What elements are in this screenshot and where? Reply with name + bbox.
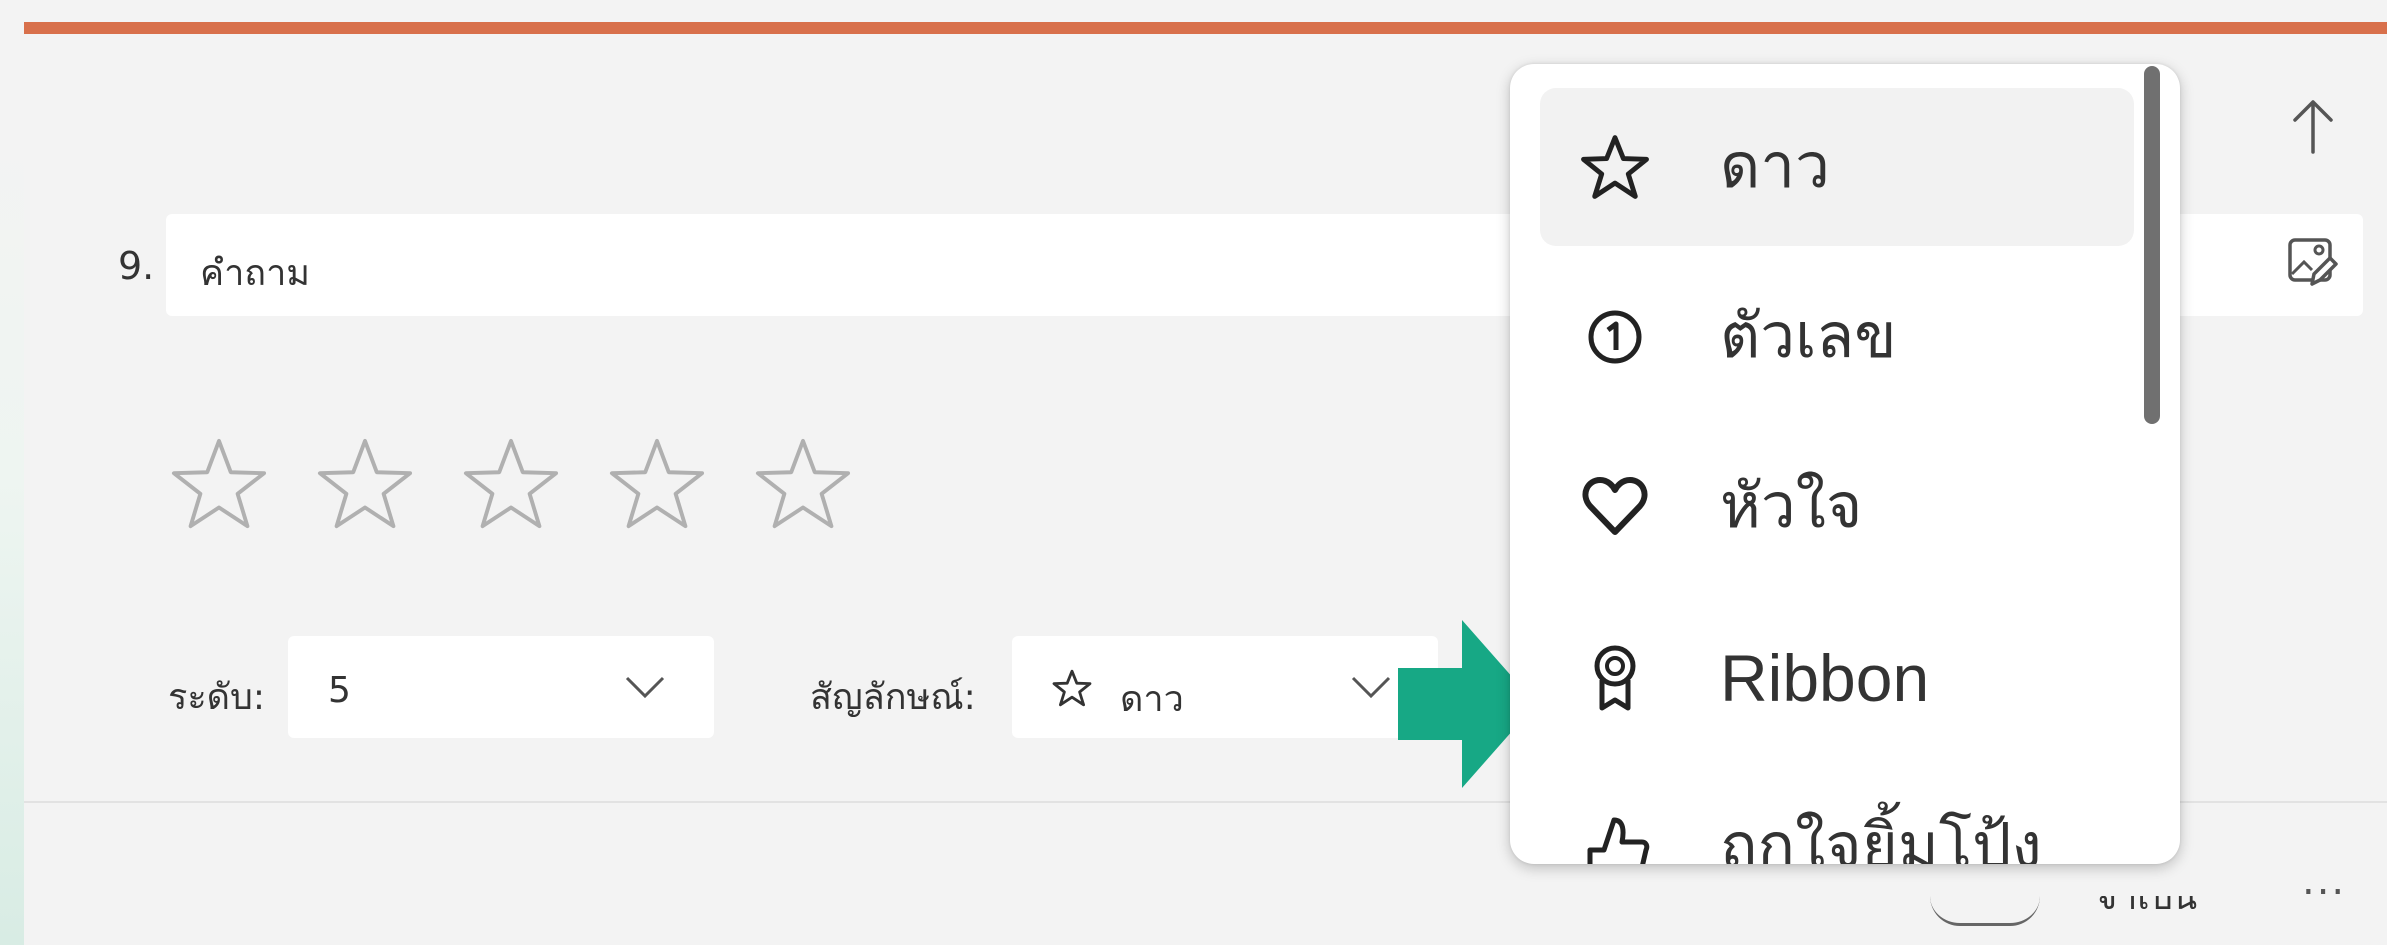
menu-item-label: หัวใจ <box>1720 469 1863 542</box>
ribbon-icon <box>1594 645 1636 711</box>
question-title-text: คำถาม <box>200 253 311 294</box>
rating-star[interactable] <box>754 436 852 532</box>
question-number: 9. <box>118 244 155 288</box>
level-label: ระดับ: <box>168 677 266 718</box>
thumb-icon <box>1587 817 1650 864</box>
image-edit-icon <box>2288 238 2338 286</box>
menu-item-heart[interactable]: หัวใจ <box>1540 428 2134 586</box>
number-one-icon <box>1588 310 1642 364</box>
chevron-down-icon <box>1351 676 1391 699</box>
symbol-label: สัญลักษณ์: <box>810 677 976 718</box>
rating-star[interactable] <box>170 436 268 532</box>
menu-item-label: ดาว <box>1720 129 1830 202</box>
level-select[interactable]: 5 <box>288 636 714 738</box>
rating-star[interactable] <box>462 436 560 532</box>
menu-item-number[interactable]: ตัวเลข <box>1540 258 2134 416</box>
chevron-down-icon <box>625 676 665 699</box>
menu-item-ribbon[interactable]: Ribbon <box>1540 598 2134 756</box>
menu-item-thumb[interactable]: ถูกใจยิ้มโป้ง <box>1540 768 2134 864</box>
move-up-button[interactable] <box>2286 96 2340 156</box>
menu-item-label: ตัวเลข <box>1720 299 1897 372</box>
required-toggle[interactable] <box>1930 870 2040 926</box>
star-icon <box>1052 669 1092 707</box>
heart-icon <box>1582 477 1648 535</box>
menu-item-star[interactable]: ดาว <box>1540 88 2134 246</box>
menu-item-label: Ribbon <box>1720 641 1930 715</box>
menu-item-label: ถูกใจยิ้มโป้ง <box>1720 809 2042 864</box>
star-icon <box>1581 135 1649 199</box>
insert-media-button[interactable] <box>2286 234 2338 290</box>
rating-star[interactable] <box>316 436 414 532</box>
symbol-select-value: ดาว <box>1120 679 1184 720</box>
symbol-dropdown-menu: ดาว ตัวเลข หัวใจ Ribbon ถูกใจยิ้มโป้ง <box>1510 64 2180 864</box>
menu-scrollbar[interactable] <box>2144 66 2160 424</box>
symbol-select[interactable]: ดาว <box>1012 636 1438 738</box>
rating-star[interactable] <box>608 436 706 532</box>
level-select-value: 5 <box>328 670 351 711</box>
arrow-up-icon <box>2293 100 2333 154</box>
accent-bar <box>24 22 2387 34</box>
more-options-button[interactable]: ... <box>2302 858 2346 904</box>
